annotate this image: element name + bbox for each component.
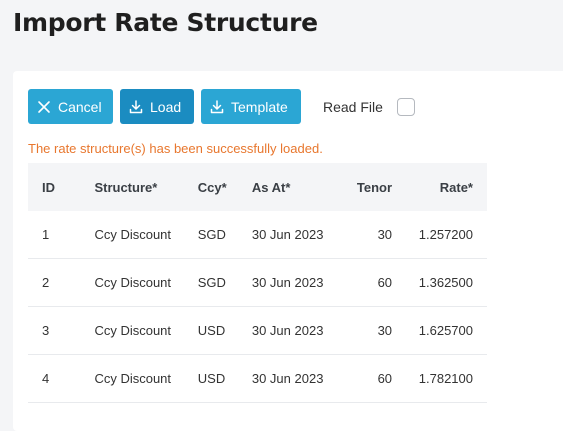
header-rate[interactable]: Rate*: [392, 163, 487, 211]
cell-ccy: USD: [197, 306, 252, 355]
cell-id: 1: [28, 211, 95, 259]
load-button[interactable]: Load: [120, 89, 194, 124]
toolbar: Cancel Load Template Read File: [28, 89, 415, 124]
download-icon: [210, 99, 224, 114]
close-icon: [37, 100, 51, 114]
cell-rate: 1.782100: [392, 354, 487, 403]
download-icon: [129, 99, 143, 114]
success-message: The rate structure(s) has been successfu…: [28, 141, 323, 156]
cell-ccy: SGD: [197, 258, 252, 307]
cell-rate: 1.362500: [392, 258, 487, 307]
header-ccy[interactable]: Ccy*: [197, 163, 252, 211]
cell-as-at: 30 Jun 2023: [251, 211, 327, 259]
cell-tenor: 60: [326, 354, 393, 403]
header-tenor[interactable]: Tenor: [326, 163, 393, 211]
cell-structure: Ccy Discount: [94, 258, 198, 307]
header-id[interactable]: ID: [28, 163, 95, 211]
cell-as-at: 30 Jun 2023: [251, 306, 327, 355]
cell-id: 2: [28, 258, 95, 307]
cell-rate: 1.257200: [392, 211, 487, 259]
cell-ccy: USD: [197, 354, 252, 403]
cell-structure: Ccy Discount: [94, 211, 198, 259]
cancel-button[interactable]: Cancel: [28, 89, 113, 124]
table-header-row: ID Structure* Ccy* As At* Tenor Rate*: [28, 163, 487, 211]
header-structure[interactable]: Structure*: [94, 163, 198, 211]
cell-structure: Ccy Discount: [94, 354, 198, 403]
template-button[interactable]: Template: [201, 89, 301, 124]
table-row[interactable]: 3 Ccy Discount USD 30 Jun 2023 30 1.6257…: [28, 306, 487, 355]
cell-rate: 1.625700: [392, 306, 487, 355]
page-title: Import Rate Structure: [13, 8, 318, 37]
table-row[interactable]: 4 Ccy Discount USD 30 Jun 2023 60 1.7821…: [28, 354, 487, 403]
template-label: Template: [231, 98, 288, 115]
cell-tenor: 30: [326, 306, 393, 355]
read-file-label: Read File: [323, 98, 383, 115]
table-row[interactable]: 1 Ccy Discount SGD 30 Jun 2023 30 1.2572…: [28, 211, 487, 259]
cell-id: 4: [28, 354, 95, 403]
cell-ccy: SGD: [197, 211, 252, 259]
cell-id: 3: [28, 306, 95, 355]
header-as-at[interactable]: As At*: [251, 163, 327, 211]
cell-as-at: 30 Jun 2023: [251, 354, 327, 403]
rate-structure-table: ID Structure* Ccy* As At* Tenor Rate* 1 …: [28, 163, 487, 403]
load-label: Load: [150, 98, 182, 115]
cell-as-at: 30 Jun 2023: [251, 258, 327, 307]
import-panel: Cancel Load Template Read File The rate …: [13, 71, 563, 431]
table-row[interactable]: 2 Ccy Discount SGD 30 Jun 2023 60 1.3625…: [28, 258, 487, 307]
cell-structure: Ccy Discount: [94, 306, 198, 355]
cancel-label: Cancel: [58, 98, 102, 115]
cell-tenor: 30: [326, 211, 393, 259]
read-file-checkbox[interactable]: [396, 97, 415, 116]
cell-tenor: 60: [326, 258, 393, 307]
read-file-option: Read File: [323, 97, 415, 116]
